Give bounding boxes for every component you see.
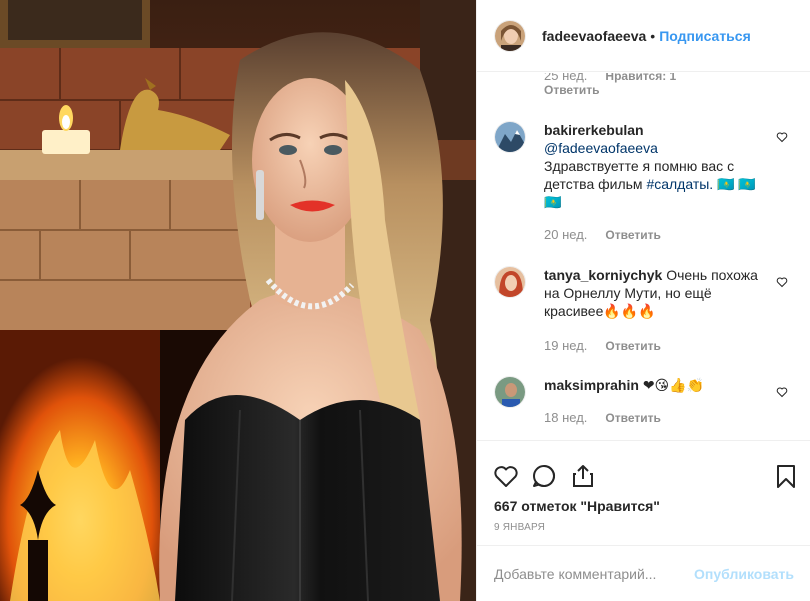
post-side-panel: fadeevaofaeeva • Подписаться 25 нед. Нра… <box>476 0 810 601</box>
commenter-username[interactable]: tanya_korniychyk <box>544 267 662 283</box>
post-actions: 667 отметок "Нравится" 9 января <box>477 440 810 540</box>
comment-time[interactable]: 19 нед. <box>544 338 587 353</box>
comment-body: tanya_korniychyk Очень похожа на Орнеллу… <box>544 266 766 320</box>
reply-button[interactable]: Ответить <box>605 339 660 353</box>
comment-body: bakirerkebulan @fadeevaofaeeva Здравству… <box>544 121 766 211</box>
reply-button[interactable]: Ответить <box>605 411 660 425</box>
post-header: fadeevaofaeeva • Подписаться <box>477 0 810 72</box>
comment-meta: 20 нед. Ответить <box>544 227 661 242</box>
mention-link[interactable]: @fadeevaofaeeva <box>544 140 658 156</box>
author-avatar[interactable] <box>494 19 526 52</box>
like-comment-heart-icon[interactable] <box>776 386 788 398</box>
comment-body: maksimprahin ❤😘👍👏 <box>544 376 766 394</box>
comment-meta: 19 нед. Ответить <box>544 338 661 353</box>
like-comment-heart-icon[interactable] <box>776 276 788 288</box>
add-comment-bar: Опубликовать <box>477 545 810 601</box>
previous-comment-meta: 25 нед. Нравится: 1 <box>544 73 676 83</box>
like-comment-heart-icon[interactable] <box>776 131 788 143</box>
comment-input[interactable] <box>494 565 695 582</box>
likes-count[interactable]: 667 отметок "Нравится" <box>494 498 660 514</box>
commenter-username[interactable]: maksimprahin <box>544 377 639 393</box>
bookmark-icon[interactable] <box>773 463 799 489</box>
comment-time[interactable]: 25 нед. <box>544 73 587 83</box>
comment-likes-count[interactable]: Нравится: 1 <box>605 73 676 83</box>
follow-button[interactable]: Подписаться <box>659 28 751 44</box>
share-icon[interactable] <box>570 463 596 489</box>
header-separator: • <box>650 27 656 44</box>
commenter-avatar[interactable] <box>494 376 526 408</box>
commenter-username[interactable]: bakirerkebulan <box>544 122 644 138</box>
comments-list[interactable]: 25 нед. Нравится: 1 Ответить bakirerkebu… <box>477 73 810 438</box>
comment-time[interactable]: 20 нед. <box>544 227 587 242</box>
post-date[interactable]: 9 января <box>494 522 545 533</box>
post-photo[interactable] <box>0 0 476 601</box>
hashtag-link[interactable]: #салдаты. <box>646 176 713 192</box>
comment-icon[interactable] <box>531 463 557 489</box>
author-username[interactable]: fadeevaofaeeva <box>542 28 646 44</box>
portrait-illustration <box>0 0 476 601</box>
comment-meta: 18 нед. Ответить <box>544 410 661 425</box>
instagram-post: fadeevaofaeeva • Подписаться 25 нед. Нра… <box>0 0 810 601</box>
heart-icon[interactable] <box>493 463 519 489</box>
publish-button[interactable]: Опубликовать <box>694 566 794 582</box>
reply-button[interactable]: Ответить <box>544 83 599 97</box>
comment-time[interactable]: 18 нед. <box>544 410 587 425</box>
reply-button[interactable]: Ответить <box>605 228 660 242</box>
commenter-avatar[interactable] <box>494 121 526 153</box>
comment-text: ❤😘👍👏 <box>642 377 705 393</box>
commenter-avatar[interactable] <box>494 266 526 298</box>
